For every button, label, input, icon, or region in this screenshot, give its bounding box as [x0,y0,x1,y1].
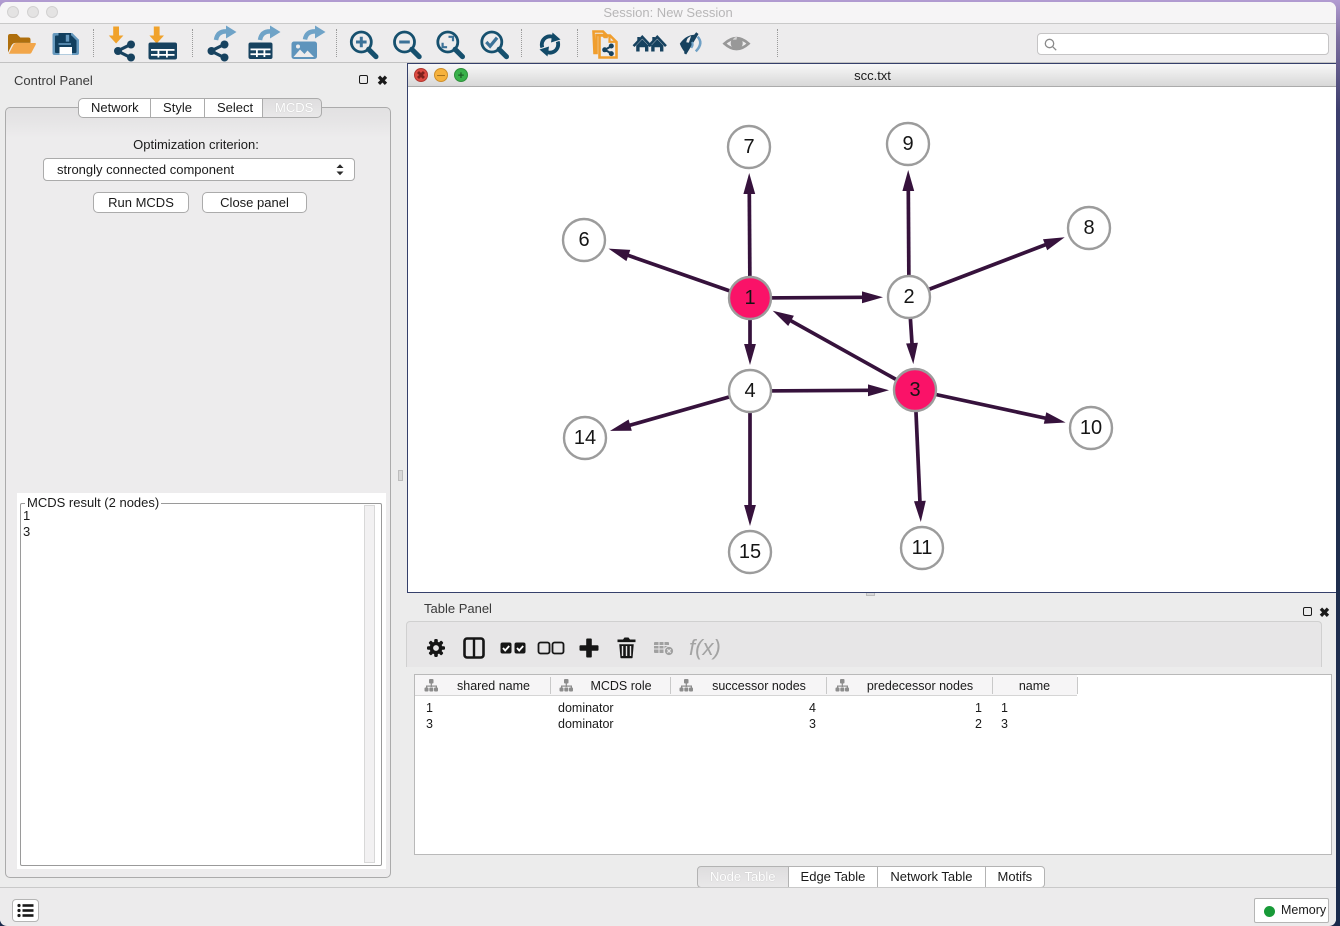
svg-text:3: 3 [909,379,920,401]
svg-text:15: 15 [739,541,761,563]
svg-text:8: 8 [1083,217,1094,239]
svg-text:4: 4 [744,380,755,402]
svg-text:1: 1 [744,287,755,309]
svg-text:7: 7 [743,136,754,158]
svg-text:11: 11 [912,537,933,559]
svg-text:10: 10 [1080,417,1102,439]
svg-text:6: 6 [578,229,589,251]
svg-text:f(x): f(x) [689,635,721,660]
svg-text:14: 14 [574,427,596,449]
svg-text:9: 9 [902,133,913,155]
svg-text:2: 2 [903,286,914,308]
